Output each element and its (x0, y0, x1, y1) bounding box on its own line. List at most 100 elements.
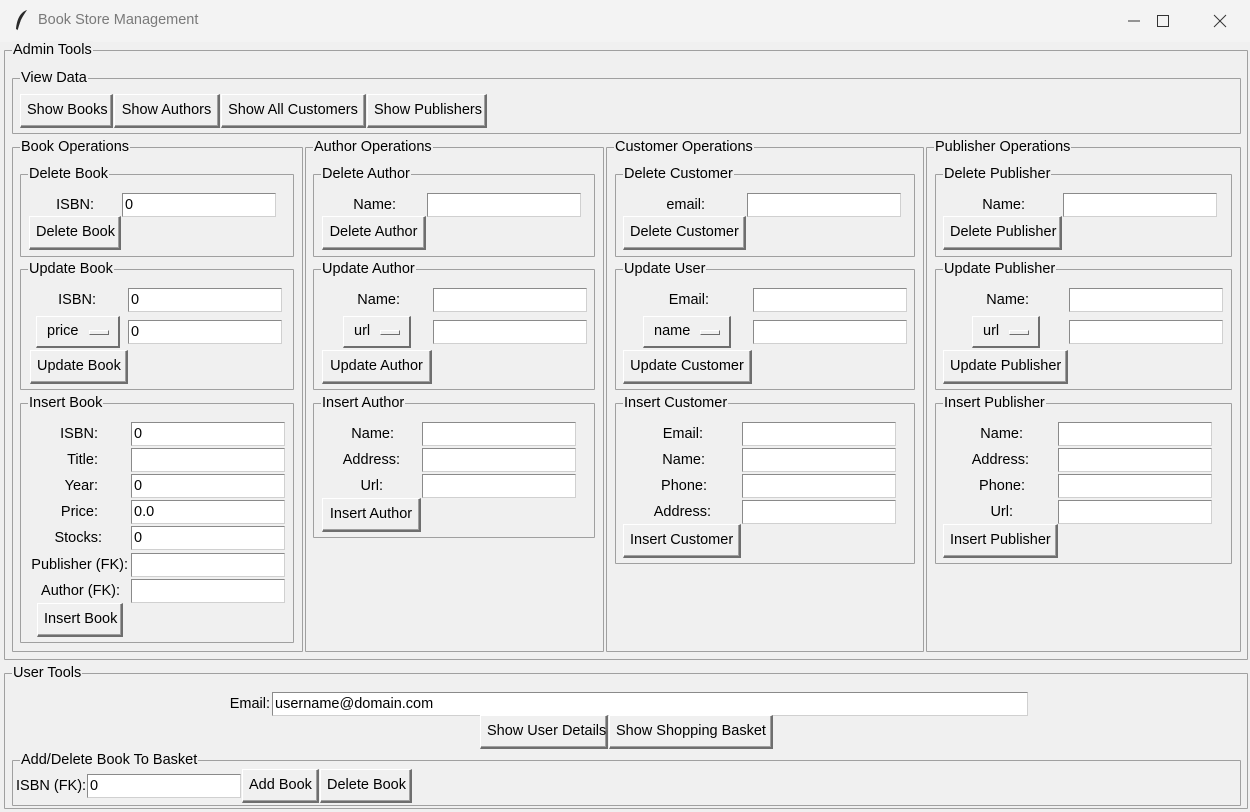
close-button[interactable] (1197, 6, 1243, 36)
insert-book-stocks-label: Stocks: (54, 530, 102, 546)
delete-customer-button[interactable]: Delete Customer (623, 216, 746, 250)
update-book-field-menu[interactable]: price (36, 316, 120, 348)
insert-book-publisher-input[interactable] (131, 553, 285, 577)
insert-publisher-phone-label: Phone: (979, 478, 1025, 494)
user-tools-title: User Tools (12, 664, 83, 682)
update-book-isbn-input[interactable]: 0 (128, 288, 282, 312)
insert-book-price-input[interactable]: 0.0 (131, 500, 285, 524)
insert-publisher-phone-input[interactable] (1058, 474, 1212, 498)
insert-book-stocks-input[interactable]: 0 (131, 526, 285, 550)
insert-book-publisher-label: Publisher (FK): (31, 557, 128, 573)
insert-publisher-url-input[interactable] (1058, 500, 1212, 524)
insert-author-name-label: Name: (351, 426, 394, 442)
delete-book-title: Delete Book (28, 165, 109, 183)
delete-book-button[interactable]: Delete Book (29, 216, 121, 250)
show-all-customers-button[interactable]: Show All Customers (221, 94, 366, 128)
delete-book-isbn-label: ISBN: (56, 197, 94, 213)
insert-author-url-label: Url: (360, 478, 383, 494)
insert-book-year-label: Year: (64, 478, 98, 494)
insert-author-address-label: Address: (342, 452, 400, 468)
insert-book-isbn-input[interactable]: 0 (131, 422, 285, 446)
insert-book-author-label: Author (FK): (41, 583, 120, 599)
update-author-button[interactable]: Update Author (322, 350, 432, 384)
insert-author-name-input[interactable] (422, 422, 576, 446)
publisher-operations-title: Publisher Operations (934, 138, 1072, 156)
user-email-label: Email: (229, 696, 270, 712)
author-operations-title: Author Operations (313, 138, 433, 156)
show-publishers-button[interactable]: Show Publishers (367, 94, 487, 128)
delete-customer-email-label: email: (666, 197, 705, 213)
insert-book-button[interactable]: Insert Book (37, 603, 123, 637)
delete-author-button[interactable]: Delete Author (322, 216, 426, 250)
insert-customer-name-input[interactable] (742, 448, 896, 472)
update-author-value-input[interactable] (433, 320, 587, 344)
delete-book-isbn-input[interactable]: 0 (122, 193, 276, 217)
insert-book-price-label: Price: (60, 504, 98, 520)
update-book-isbn-label: ISBN: (58, 292, 96, 308)
insert-book-year-input[interactable]: 0 (131, 474, 285, 498)
insert-customer-phone-input[interactable] (742, 474, 896, 498)
update-author-name-input[interactable] (433, 288, 587, 312)
delete-author-name-input[interactable] (427, 193, 581, 217)
title-bar: Book Store Management (0, 0, 1250, 42)
insert-book-title-label: Title: (67, 452, 98, 468)
delete-customer-email-input[interactable] (747, 193, 901, 217)
insert-book-title: Insert Book (28, 394, 104, 412)
show-books-button[interactable]: Show Books (20, 94, 113, 128)
insert-publisher-button[interactable]: Insert Publisher (943, 524, 1058, 558)
show-authors-button[interactable]: Show Authors (114, 94, 220, 128)
show-user-details-button[interactable]: Show User Details (480, 715, 608, 749)
view-data-title: View Data (20, 69, 88, 87)
menu-indicator-icon (1009, 330, 1029, 335)
update-publisher-field-menu[interactable]: url (972, 316, 1040, 348)
user-email-input[interactable]: username@domain.com (272, 692, 1028, 716)
update-customer-button[interactable]: Update Customer (623, 350, 752, 384)
update-publisher-button[interactable]: Update Publisher (943, 350, 1068, 384)
insert-author-address-input[interactable] (422, 448, 576, 472)
window-title: Book Store Management (38, 12, 199, 28)
insert-publisher-name-input[interactable] (1058, 422, 1212, 446)
update-author-field-menu[interactable]: url (343, 316, 411, 348)
insert-author-title: Insert Author (321, 394, 406, 412)
delete-publisher-name-input[interactable] (1063, 193, 1217, 217)
add-book-to-basket-button[interactable]: Add Book (242, 769, 319, 803)
menu-indicator-icon (380, 330, 400, 335)
maximize-button[interactable] (1140, 6, 1186, 36)
insert-publisher-title: Insert Publisher (943, 394, 1046, 412)
update-user-field-menu[interactable]: name (643, 316, 731, 348)
show-shopping-basket-button[interactable]: Show Shopping Basket (609, 715, 773, 749)
update-author-field-value: url (354, 323, 371, 339)
admin-tools-title: Admin Tools (12, 41, 93, 59)
insert-author-button[interactable]: Insert Author (322, 498, 421, 532)
update-user-email-input[interactable] (753, 288, 907, 312)
insert-publisher-name-label: Name: (980, 426, 1023, 442)
update-book-field-value: price (47, 323, 79, 339)
insert-book-author-input[interactable] (131, 579, 285, 603)
delete-book-from-basket-button[interactable]: Delete Book (320, 769, 412, 803)
update-author-name-label: Name: (357, 292, 400, 308)
update-book-title: Update Book (28, 260, 114, 278)
update-book-button[interactable]: Update Book (30, 350, 128, 384)
close-icon (1213, 14, 1227, 28)
insert-book-title-input[interactable] (131, 448, 285, 472)
basket-isbn-input[interactable]: 0 (87, 774, 241, 798)
insert-publisher-address-input[interactable] (1058, 448, 1212, 472)
basket-isbn-label: ISBN (FK): (16, 778, 87, 794)
insert-customer-button[interactable]: Insert Customer (623, 524, 741, 558)
update-user-value-input[interactable] (753, 320, 907, 344)
menu-indicator-icon (700, 330, 720, 335)
update-publisher-name-input[interactable] (1069, 288, 1223, 312)
delete-publisher-button[interactable]: Delete Publisher (943, 216, 1062, 250)
insert-customer-email-input[interactable] (742, 422, 896, 446)
delete-author-name-label: Name: (353, 197, 396, 213)
insert-customer-address-input[interactable] (742, 500, 896, 524)
update-book-value-input[interactable]: 0 (128, 320, 282, 344)
update-publisher-value-input[interactable] (1069, 320, 1223, 344)
insert-author-url-input[interactable] (422, 474, 576, 498)
update-publisher-name-label: Name: (986, 292, 1029, 308)
delete-customer-title: Delete Customer (623, 165, 734, 183)
customer-operations-title: Customer Operations (614, 138, 754, 156)
update-user-field-value: name (654, 323, 691, 339)
minimize-icon (1128, 20, 1140, 22)
insert-customer-title: Insert Customer (623, 394, 729, 412)
